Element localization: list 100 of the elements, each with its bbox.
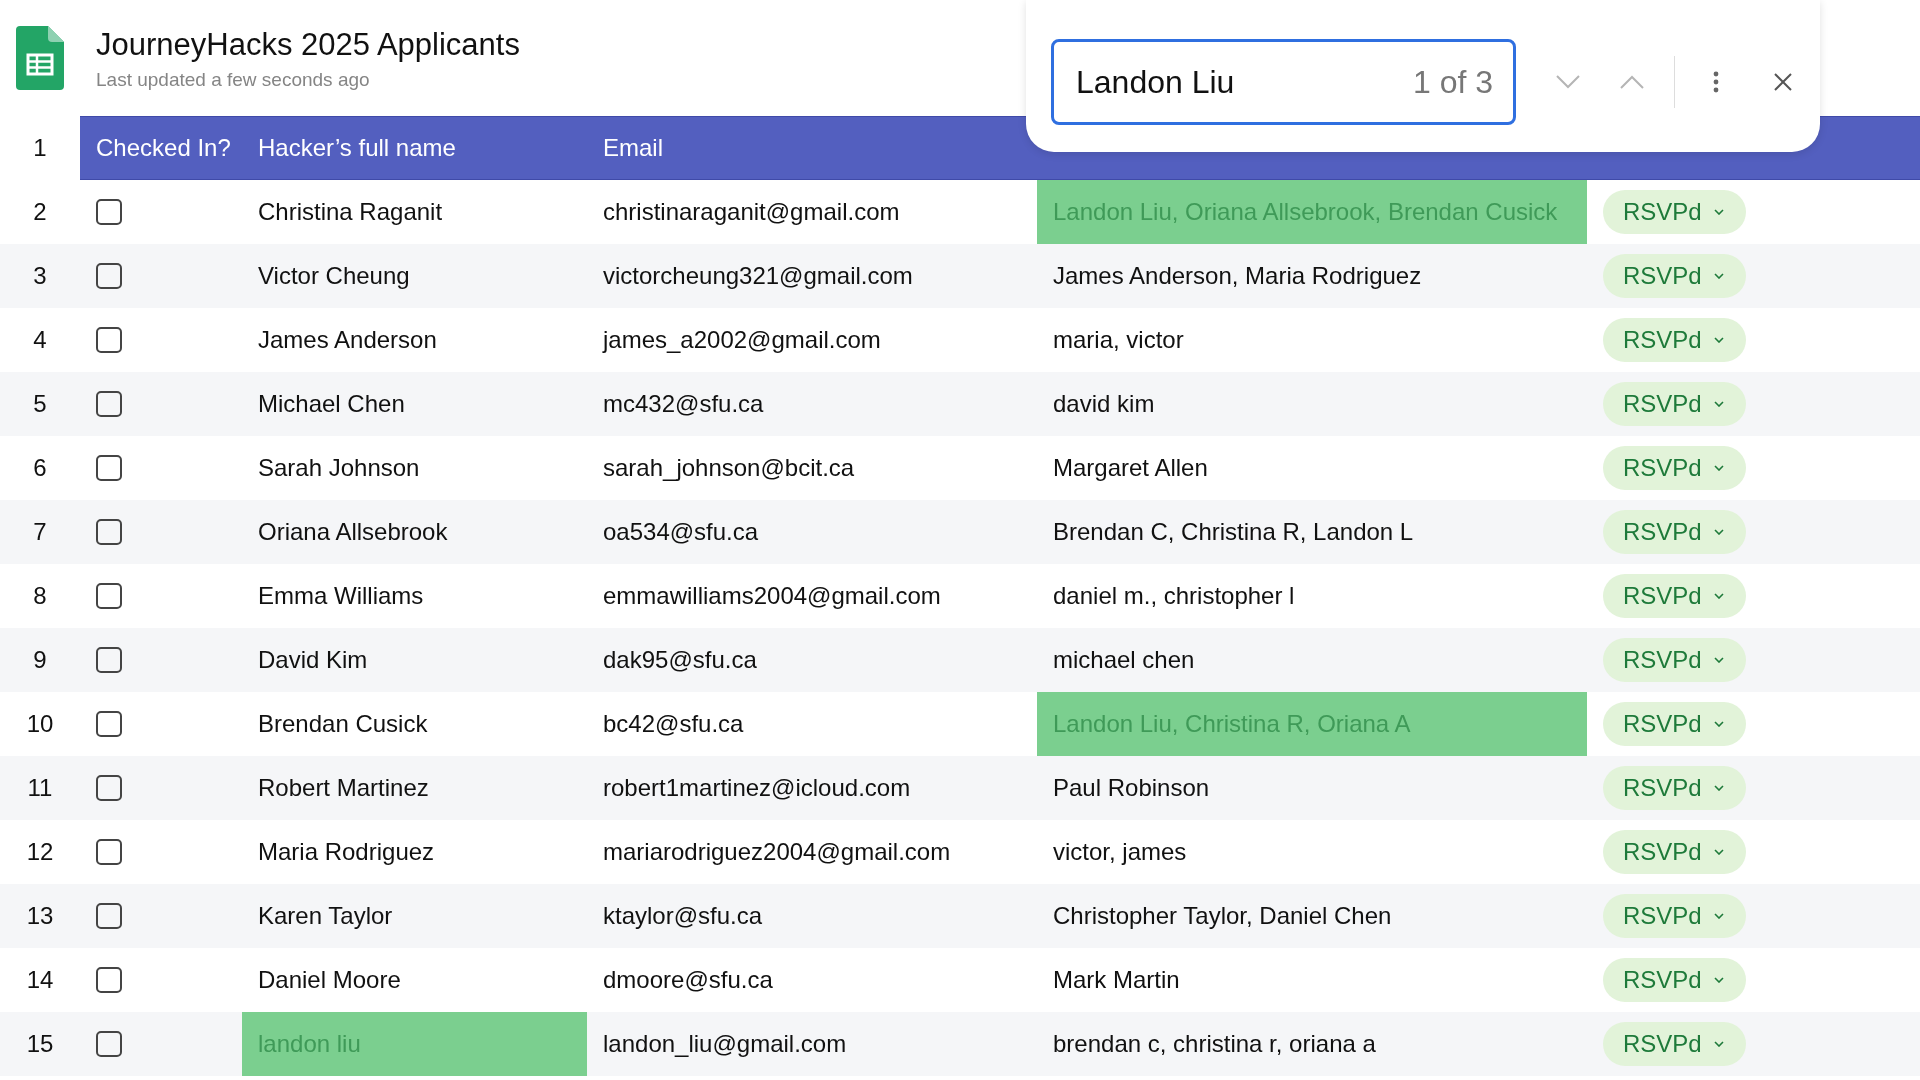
row-number: 13 bbox=[25, 901, 55, 931]
last-updated-text: Last updated a few seconds ago bbox=[96, 69, 371, 92]
email-cell-text: dak95@sfu.ca bbox=[602, 645, 758, 675]
name-cell-text: Brendan Cusick bbox=[257, 709, 429, 739]
status-dropdown[interactable]: RSVPd bbox=[1603, 830, 1746, 874]
status-dropdown[interactable]: RSVPd bbox=[1603, 766, 1746, 810]
team-cell-text: James Anderson, Maria Rodriguez bbox=[1052, 261, 1423, 291]
team-cell: Landon Liu, Christina R, Oriana A bbox=[1037, 692, 1587, 756]
team-cell-text: david kim bbox=[1052, 389, 1156, 419]
checkbox[interactable] bbox=[96, 711, 122, 737]
caret-icon bbox=[1713, 465, 1724, 471]
team-cell-text: Brendan C, Christina R, Landon L bbox=[1052, 517, 1415, 547]
row-number: 3 bbox=[32, 261, 48, 291]
caret-icon bbox=[1713, 337, 1724, 343]
checkbox[interactable] bbox=[96, 263, 122, 289]
match-count: 1 of 3 bbox=[1412, 63, 1493, 101]
name-cell: landon liu bbox=[242, 1012, 587, 1076]
status-dropdown[interactable]: RSVPd bbox=[1603, 894, 1746, 938]
email-cell-text: bc42@sfu.ca bbox=[602, 709, 745, 739]
column-header: Hacker’s full name bbox=[257, 134, 457, 162]
status-dropdown[interactable]: RSVPd bbox=[1603, 638, 1746, 682]
row-number: 9 bbox=[32, 645, 48, 675]
email-cell-text: robert1martinez@icloud.com bbox=[602, 773, 912, 803]
checkbox[interactable] bbox=[96, 967, 122, 993]
caret-icon bbox=[1713, 273, 1724, 279]
caret-icon bbox=[1713, 913, 1724, 919]
status-dropdown[interactable]: RSVPd bbox=[1603, 958, 1746, 1002]
row-number: 12 bbox=[25, 837, 55, 867]
email-cell-text: sarah_johnson@bcit.ca bbox=[602, 453, 856, 483]
status-dropdown[interactable]: RSVPd bbox=[1603, 446, 1746, 490]
checkbox[interactable] bbox=[96, 1031, 122, 1057]
row-number: 6 bbox=[32, 453, 48, 483]
name-cell-text: Christina Raganit bbox=[257, 197, 444, 227]
row-number: 11 bbox=[26, 773, 54, 803]
checkbox[interactable] bbox=[96, 519, 122, 545]
caret-icon bbox=[1713, 209, 1724, 215]
sheet-title: JourneyHacks 2025 Applicants bbox=[96, 26, 520, 64]
row-number: 1 bbox=[32, 133, 48, 163]
caret-icon bbox=[1713, 785, 1724, 791]
column-header: Checked In? bbox=[95, 134, 232, 162]
status-dropdown[interactable]: RSVPd bbox=[1603, 318, 1746, 362]
team-cell-text: daniel m., christopher l bbox=[1052, 581, 1296, 611]
checkbox[interactable] bbox=[96, 775, 122, 801]
email-cell-text: mc432@sfu.ca bbox=[602, 389, 765, 419]
email-cell-text: landon_liu@gmail.com bbox=[602, 1029, 848, 1059]
checkbox[interactable] bbox=[96, 839, 122, 865]
caret-icon bbox=[1713, 401, 1724, 407]
name-cell-text: Oriana Allsebrook bbox=[257, 517, 449, 547]
row-number: 4 bbox=[32, 325, 48, 355]
more-icon[interactable] bbox=[1713, 71, 1719, 93]
email-cell-text: james_a2002@gmail.com bbox=[601, 325, 882, 355]
checkbox[interactable] bbox=[96, 647, 122, 673]
checkbox[interactable] bbox=[96, 199, 122, 225]
row-number: 10 bbox=[25, 709, 55, 739]
checkbox[interactable] bbox=[96, 903, 122, 929]
checkbox[interactable] bbox=[96, 391, 122, 417]
caret-icon bbox=[1713, 849, 1724, 855]
checkbox[interactable] bbox=[96, 455, 122, 481]
name-cell-text: Maria Rodriguez bbox=[257, 837, 436, 867]
status-dropdown[interactable]: RSVPd bbox=[1603, 574, 1746, 618]
status-dropdown[interactable]: RSVPd bbox=[1603, 254, 1746, 298]
name-cell-text: Michael Chen bbox=[257, 389, 406, 419]
team-cell-text: Christopher Taylor, Daniel Chen bbox=[1052, 901, 1393, 931]
status-dropdown[interactable]: RSVPd bbox=[1603, 190, 1746, 234]
checkbox[interactable] bbox=[96, 583, 122, 609]
status-dropdown[interactable]: RSVPd bbox=[1603, 1022, 1746, 1066]
status-dropdown[interactable]: RSVPd bbox=[1603, 702, 1746, 746]
team-cell-text: maria, victor bbox=[1052, 325, 1185, 355]
caret-icon bbox=[1713, 977, 1724, 983]
spreadsheet-icon bbox=[16, 26, 64, 90]
row-number: 7 bbox=[32, 517, 48, 547]
name-cell-text: Karen Taylor bbox=[257, 901, 394, 931]
name-cell-text: Daniel Moore bbox=[257, 965, 402, 995]
name-cell-text: Victor Cheung bbox=[257, 261, 411, 291]
team-cell-text: Margaret Allen bbox=[1052, 453, 1209, 483]
name-cell-text: James Anderson bbox=[257, 325, 438, 355]
column-header: Email bbox=[602, 134, 664, 162]
row-number: 8 bbox=[32, 581, 48, 611]
close-icon[interactable] bbox=[1773, 72, 1793, 92]
row-number: 2 bbox=[32, 197, 48, 227]
row-number: 14 bbox=[25, 965, 55, 995]
caret-icon bbox=[1713, 657, 1724, 663]
status-dropdown[interactable]: RSVPd bbox=[1603, 382, 1746, 426]
caret-icon bbox=[1713, 721, 1724, 727]
team-cell-text: Paul Robinson bbox=[1052, 773, 1211, 803]
team-cell: Landon Liu, Oriana Allsebrook, Brendan Cusick bbox=[1037, 180, 1587, 244]
row-number: 5 bbox=[32, 389, 48, 419]
email-cell-text: christinaraganit@gmail.com bbox=[602, 197, 901, 227]
email-cell-text: oa534@sfu.ca bbox=[602, 517, 760, 547]
email-cell-text: dmoore@sfu.ca bbox=[602, 965, 774, 995]
caret-icon bbox=[1713, 1041, 1724, 1047]
name-cell-text: Sarah Johnson bbox=[257, 453, 421, 483]
email-cell-text: mariarodriguez2004@gmail.com bbox=[602, 837, 952, 867]
checkbox[interactable] bbox=[96, 327, 122, 353]
row-number: 15 bbox=[25, 1029, 55, 1059]
email-cell-text: ktaylor@sfu.ca bbox=[602, 901, 764, 931]
status-dropdown[interactable]: RSVPd bbox=[1603, 510, 1746, 554]
search-field[interactable]: Landon Liu 1 of 3 bbox=[1051, 39, 1516, 125]
caret-icon bbox=[1713, 593, 1724, 599]
caret-icon bbox=[1713, 529, 1724, 535]
